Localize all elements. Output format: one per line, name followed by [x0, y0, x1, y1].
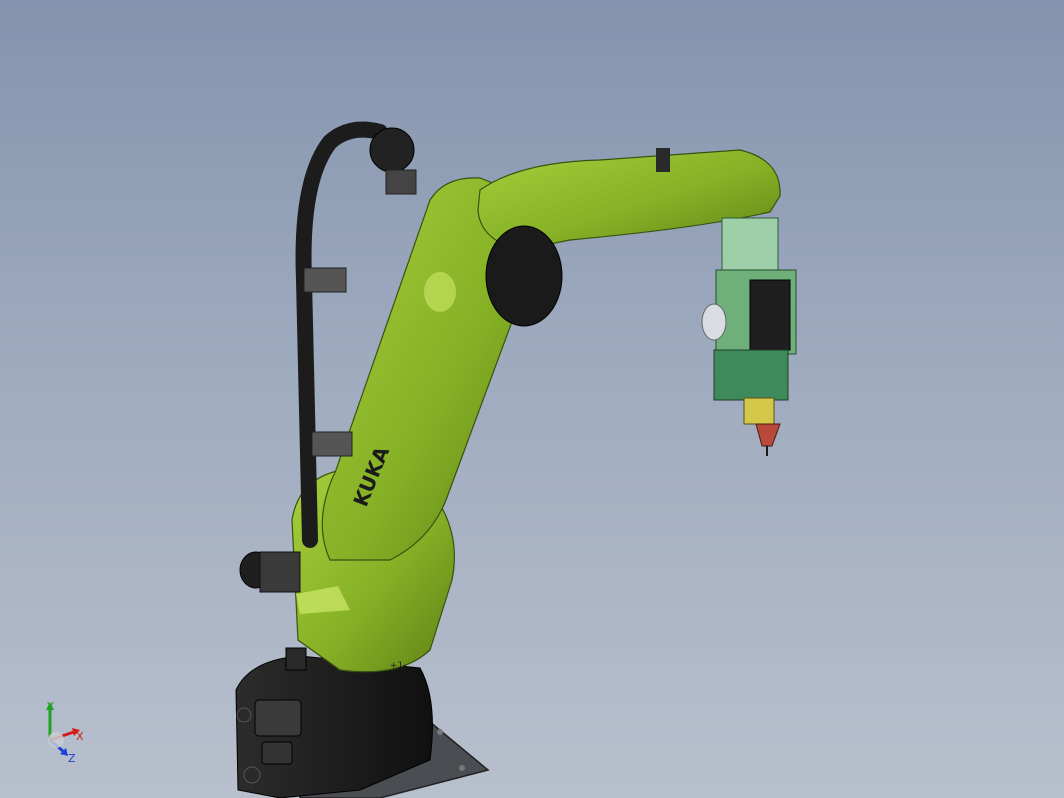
- robot-model[interactable]: +1- KUKA: [0, 0, 1064, 798]
- elbow-joint-cap: [485, 225, 563, 327]
- cad-viewport[interactable]: +1- KUKA Y X Z: [0, 0, 1064, 798]
- lower-arm-highlight: [424, 272, 456, 312]
- z-axis-label: Z: [68, 752, 76, 765]
- triad-origin: [48, 732, 64, 748]
- y-axis-label: Y: [46, 700, 54, 713]
- top-connector: [656, 148, 670, 172]
- x-axis-label: X: [76, 730, 84, 743]
- axis-marker-label: +1-: [390, 661, 407, 671]
- coordinate-triad: Y X Z: [46, 700, 84, 765]
- welding-head: [701, 217, 797, 456]
